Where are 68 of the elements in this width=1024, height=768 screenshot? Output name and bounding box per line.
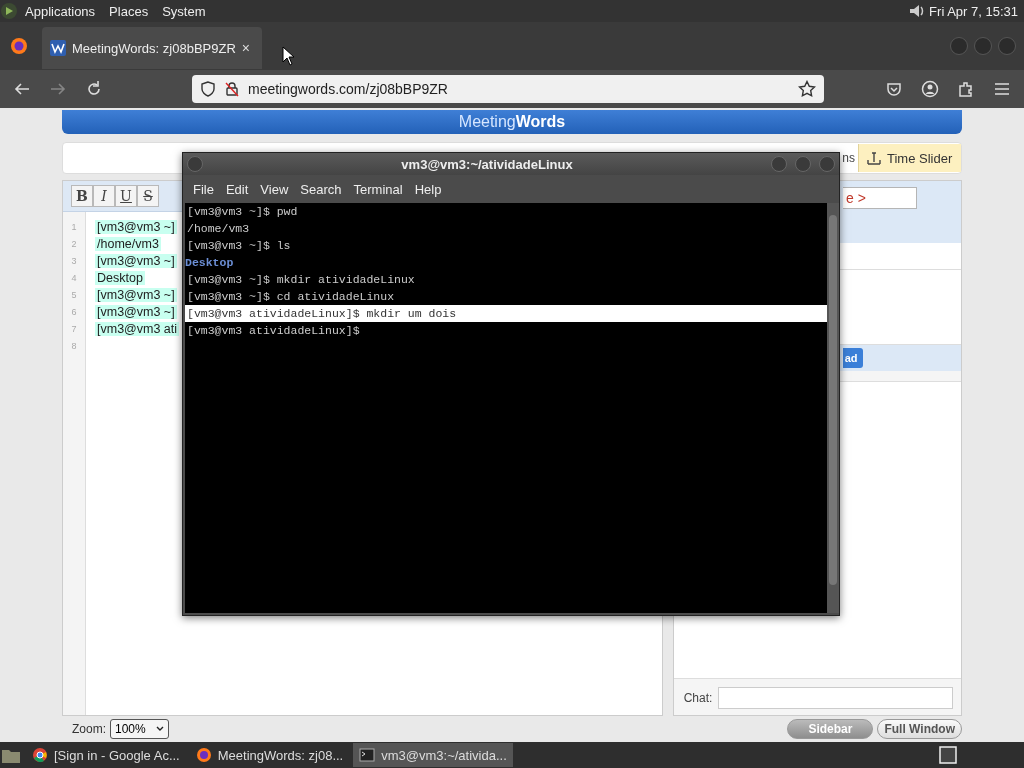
pocket-icon[interactable] [885, 80, 903, 98]
panel-menu[interactable]: Places [102, 3, 156, 19]
line-number: 1 [70, 221, 78, 232]
workspace-icon[interactable] [938, 745, 958, 765]
site-icon [50, 40, 66, 56]
menu-item[interactable]: Help [408, 181, 448, 197]
zoom-select[interactable]: 100% [110, 719, 169, 739]
line-number: 2 [70, 238, 78, 249]
zoom-label: Zoom: [72, 722, 106, 736]
firefox-icon[interactable] [10, 37, 28, 55]
terminal-line: Desktop [185, 255, 235, 271]
caret-icon [155, 726, 164, 732]
panel-menu[interactable]: Applications [18, 3, 103, 19]
taskbar-button[interactable]: vm3@vm3:~/ativida... [353, 743, 513, 767]
shield-icon [200, 81, 216, 97]
site-logo: MeetingWords [62, 110, 962, 134]
lock-icon [224, 81, 240, 97]
puzzle-icon[interactable] [957, 80, 975, 98]
terminal-line: [vm3@vm3 ~]$ mkdir atividadeLinux [186, 272, 416, 288]
tab-title: MeetingWords: zj08bBP9ZR [72, 40, 236, 56]
menu-item[interactable]: Search [294, 181, 348, 197]
menu-item[interactable]: File [187, 181, 220, 197]
terminal-line: /home/vm3 [186, 221, 251, 237]
cursor-icon [282, 46, 296, 66]
line-number: 5 [70, 289, 78, 300]
chat-label: Chat: [683, 691, 713, 705]
terminal-line: [vm3@vm3 ~]$ pwd [186, 204, 299, 220]
chat-input[interactable] [718, 687, 953, 709]
url-text: meetingwords.com/zj08bBP9ZR [248, 81, 449, 97]
strike-button[interactable]: S [137, 185, 159, 207]
line-number: 4 [70, 272, 78, 283]
terminal-line: [vm3@vm3 ~]$ ls [186, 238, 292, 254]
browser-tab[interactable]: MeetingWords: zj08bBP9ZR × [42, 27, 262, 69]
terminal-icon [359, 747, 376, 763]
star-icon[interactable] [798, 80, 816, 98]
menu-item[interactable]: Terminal [347, 181, 409, 197]
account-icon[interactable] [921, 80, 939, 98]
time-slider-button[interactable]: Time Slider [858, 144, 961, 172]
line-number: 7 [70, 323, 78, 334]
line-number: 3 [70, 255, 78, 266]
start-icon[interactable] [0, 2, 18, 20]
clock: Fri Apr 7, 15:31 [928, 3, 1019, 19]
view-button[interactable]: Full Window [877, 719, 962, 739]
speaker-icon[interactable] [907, 2, 926, 20]
close-button[interactable]: × [241, 40, 250, 56]
bold-button[interactable]: B [71, 185, 93, 207]
taskbar-button[interactable]: [Sign in - Google Ac... [26, 743, 186, 767]
menu-item[interactable]: Edit [219, 181, 255, 197]
slider-icon [867, 151, 881, 165]
menu-icon[interactable] [993, 80, 1011, 98]
line-number: 8 [70, 340, 78, 351]
toolbar-text: ns [842, 151, 855, 165]
terminal-line: [vm3@vm3 ~]$ cd atividadeLinux [186, 289, 396, 305]
reload-icon[interactable] [85, 80, 103, 98]
load-button[interactable]: ad [842, 348, 863, 368]
firefox-icon [195, 747, 212, 763]
taskbar-button[interactable]: MeetingWords: zj08... [189, 743, 350, 767]
italic-button[interactable]: I [93, 185, 115, 207]
chrome-icon [32, 747, 48, 763]
scrollbar[interactable] [827, 203, 839, 613]
panel-menu[interactable]: System [155, 3, 213, 19]
underline-button[interactable]: U [115, 185, 137, 207]
address-bar[interactable]: meetingwords.com/zj08bBP9ZR [192, 75, 824, 103]
menu-item[interactable]: View [254, 181, 295, 197]
window-title: vm3@vm3:~/atividadeLinux [400, 156, 574, 172]
line-number: 6 [70, 306, 78, 317]
name-field[interactable]: e > [843, 187, 917, 209]
terminal-line: [vm3@vm3 atividadeLinux]$ [186, 323, 361, 339]
